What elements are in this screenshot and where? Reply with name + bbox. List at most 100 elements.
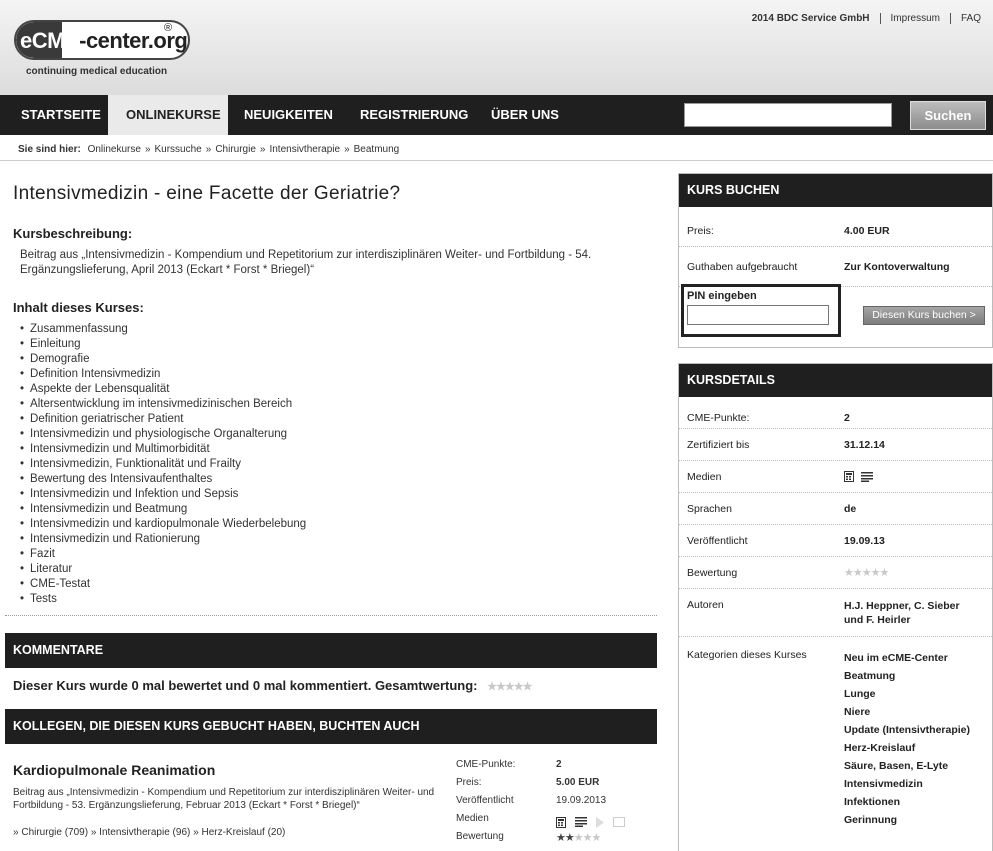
details-categories-list: Neu im eCME-Center Beatmung Lunge Niere … (844, 649, 970, 829)
related-cme-label: CME-Punkte: (456, 759, 516, 770)
search-input[interactable] (684, 103, 892, 127)
breadcrumb-separator-icon: » (193, 827, 199, 838)
related-category-herz-kreislauf[interactable]: Herz-Kreislauf (20) (201, 827, 285, 838)
logo-text-left: eCME (20, 28, 80, 53)
list-item: Intensivmedizin und physiologische Organ… (20, 427, 306, 442)
nav-ueber-uns[interactable]: ÜBER UNS (491, 95, 561, 135)
list-item: Aspekte der Lebensqualität (20, 382, 306, 397)
related-media-label: Medien (456, 813, 489, 824)
nav-neuigkeiten[interactable]: NEUIGKEITEN (244, 95, 344, 135)
details-lang-label: Sprachen (687, 502, 732, 515)
star-icon: ★ (582, 832, 593, 844)
details-media-label: Medien (687, 470, 722, 483)
list-item: Definition Intensivmedizin (20, 367, 306, 382)
search-button[interactable]: Suchen (910, 101, 986, 130)
comments-heading: KOMMENTARE (5, 633, 657, 668)
details-authors-label: Autoren (687, 599, 724, 611)
nav-onlinekurse[interactable]: ONLINEKURSE (108, 95, 228, 135)
details-categories-row: Kategorien dieses Kurses Neu im eCME-Cen… (679, 637, 992, 829)
related-price-value: 5.00 EUR (556, 777, 600, 788)
breadcrumb-separator-icon: » (205, 144, 212, 155)
star-icon: ★ (513, 681, 524, 693)
category-link[interactable]: Niere (844, 706, 870, 718)
main-nav: STARTSEITE ONLINEKURSE NEUIGKEITEN REGIS… (0, 95, 993, 135)
list-item: Bewertung des Intensivaufenthaltes (20, 472, 306, 487)
list-item: Intensivmedizin und Rationierung (20, 532, 306, 547)
related-courses-heading: KOLLEGEN, DIE DIESEN KURS GEBUCHT HABEN,… (5, 709, 657, 744)
pin-input[interactable] (687, 305, 829, 325)
category-link[interactable]: Neu im eCME-Center (844, 652, 948, 664)
star-icon: ★ (522, 681, 533, 693)
nav-startseite[interactable]: STARTSEITE (0, 95, 106, 135)
related-category-chirurgie[interactable]: Chirurgie (709) (21, 827, 88, 838)
details-lang-value: de (844, 502, 857, 515)
booking-price-label: Preis: (687, 224, 714, 237)
document-icon (556, 816, 566, 828)
breadcrumb-onlinekurse[interactable]: Onlinekurse (88, 144, 141, 155)
breadcrumb-chirurgie[interactable]: Chirurgie (215, 144, 256, 155)
rating-summary-text: Dieser Kurs wurde 0 mal bewertet und 0 m… (13, 678, 478, 693)
star-icon: ★ (564, 832, 575, 844)
list-item: Literatur (20, 562, 306, 577)
details-categories-label: Kategorien dieses Kurses (687, 649, 807, 661)
list-item: Intensivmedizin, Funktionalität und Frai… (20, 457, 306, 472)
list-item: Zusammenfassung (20, 322, 306, 337)
course-description: Beitrag aus „Intensivmedizin - Kompendiu… (20, 249, 592, 276)
breadcrumb-separator-icon: » (144, 144, 151, 155)
booking-price-value: 4.00 EUR (844, 224, 890, 237)
category-link[interactable]: Update (Intensivtherapie) (844, 724, 970, 736)
details-pub-row: Veröffentlicht 19.09.13 (679, 525, 992, 557)
category-link[interactable]: Gerinnung (844, 814, 897, 826)
logo-registered-mark: ® (164, 22, 173, 34)
site-header: eCME-center.org ® continuing medical edu… (0, 0, 993, 95)
details-rating-label: Bewertung (687, 566, 738, 579)
breadcrumb-separator-icon: » (13, 827, 19, 838)
book-course-button[interactable]: Diesen Kurs buchen > (863, 306, 985, 325)
category-link[interactable]: Lunge (844, 688, 876, 700)
related-rating-label: Bewertung (456, 831, 504, 842)
authors-line-2: und F. Heirler (844, 614, 911, 626)
faq-link[interactable]: FAQ (949, 13, 981, 24)
list-item: Altersentwicklung im intensivmedizinisch… (20, 397, 306, 412)
details-cme-value: 2 (844, 411, 850, 424)
window-icon (613, 817, 625, 827)
category-link[interactable]: Säure, Basen, E-Lyte (844, 760, 948, 772)
star-icon: ★ (852, 567, 863, 579)
account-management-link[interactable]: Zur Kontoverwaltung (844, 261, 950, 273)
list-item: Einleitung (20, 337, 306, 352)
details-media-icons (844, 471, 873, 482)
category-link[interactable]: Infektionen (844, 796, 900, 808)
breadcrumb-intensivtherapie[interactable]: Intensivtherapie (269, 144, 340, 155)
related-course-title[interactable]: Kardiopulmonale Reanimation (13, 762, 215, 778)
details-cert-row: Zertifiziert bis 31.12.14 (679, 429, 992, 461)
impressum-link[interactable]: Impressum (879, 13, 950, 24)
rating-summary: Dieser Kurs wurde 0 mal bewertet und 0 m… (13, 678, 533, 693)
breadcrumb-kurssuche[interactable]: Kurssuche (155, 144, 202, 155)
details-rating-stars: ★★★★★ (844, 566, 889, 579)
list-item: Demografie (20, 352, 306, 367)
star-icon: ★ (487, 681, 497, 693)
breadcrumb-beatmung[interactable]: Beatmung (354, 144, 400, 155)
site-tagline: continuing medical education (26, 66, 168, 77)
contents-heading: Inhalt dieses Kurses: (13, 300, 144, 315)
star-icon: ★ (861, 567, 872, 579)
category-link[interactable]: Herz-Kreislauf (844, 742, 915, 754)
breadcrumb-divider (0, 160, 993, 161)
breadcrumb-separator-icon: » (344, 144, 350, 155)
list-item: Intensivmedizin und Infektion und Sepsis (20, 487, 306, 502)
nav-registrierung[interactable]: REGISTRIERUNG (360, 95, 475, 135)
list-item: Intensivmedizin und kardiopulmonale Wied… (20, 517, 306, 532)
star-icon: ★ (591, 832, 602, 844)
details-media-row: Medien (679, 461, 992, 493)
related-published-label: Veröffentlicht (456, 795, 514, 806)
description-heading: Kursbeschreibung: (13, 226, 133, 241)
category-link[interactable]: Beatmung (844, 670, 895, 682)
related-category-intensivtherapie[interactable]: Intensivtherapie (96) (99, 827, 190, 838)
course-title: Intensivmedizin - eine Facette der Geria… (13, 183, 401, 204)
related-course-meta: CME-Punkte: 2 Preis: 5.00 EUR Veröffentlic… (456, 759, 625, 849)
category-link[interactable]: Intensivmedizin (844, 778, 923, 790)
star-icon: ★ (844, 567, 854, 579)
company-link[interactable]: 2014 BDC Service GmbH (742, 13, 880, 24)
text-lines-icon (575, 817, 587, 827)
details-pub-value: 19.09.13 (844, 534, 885, 547)
